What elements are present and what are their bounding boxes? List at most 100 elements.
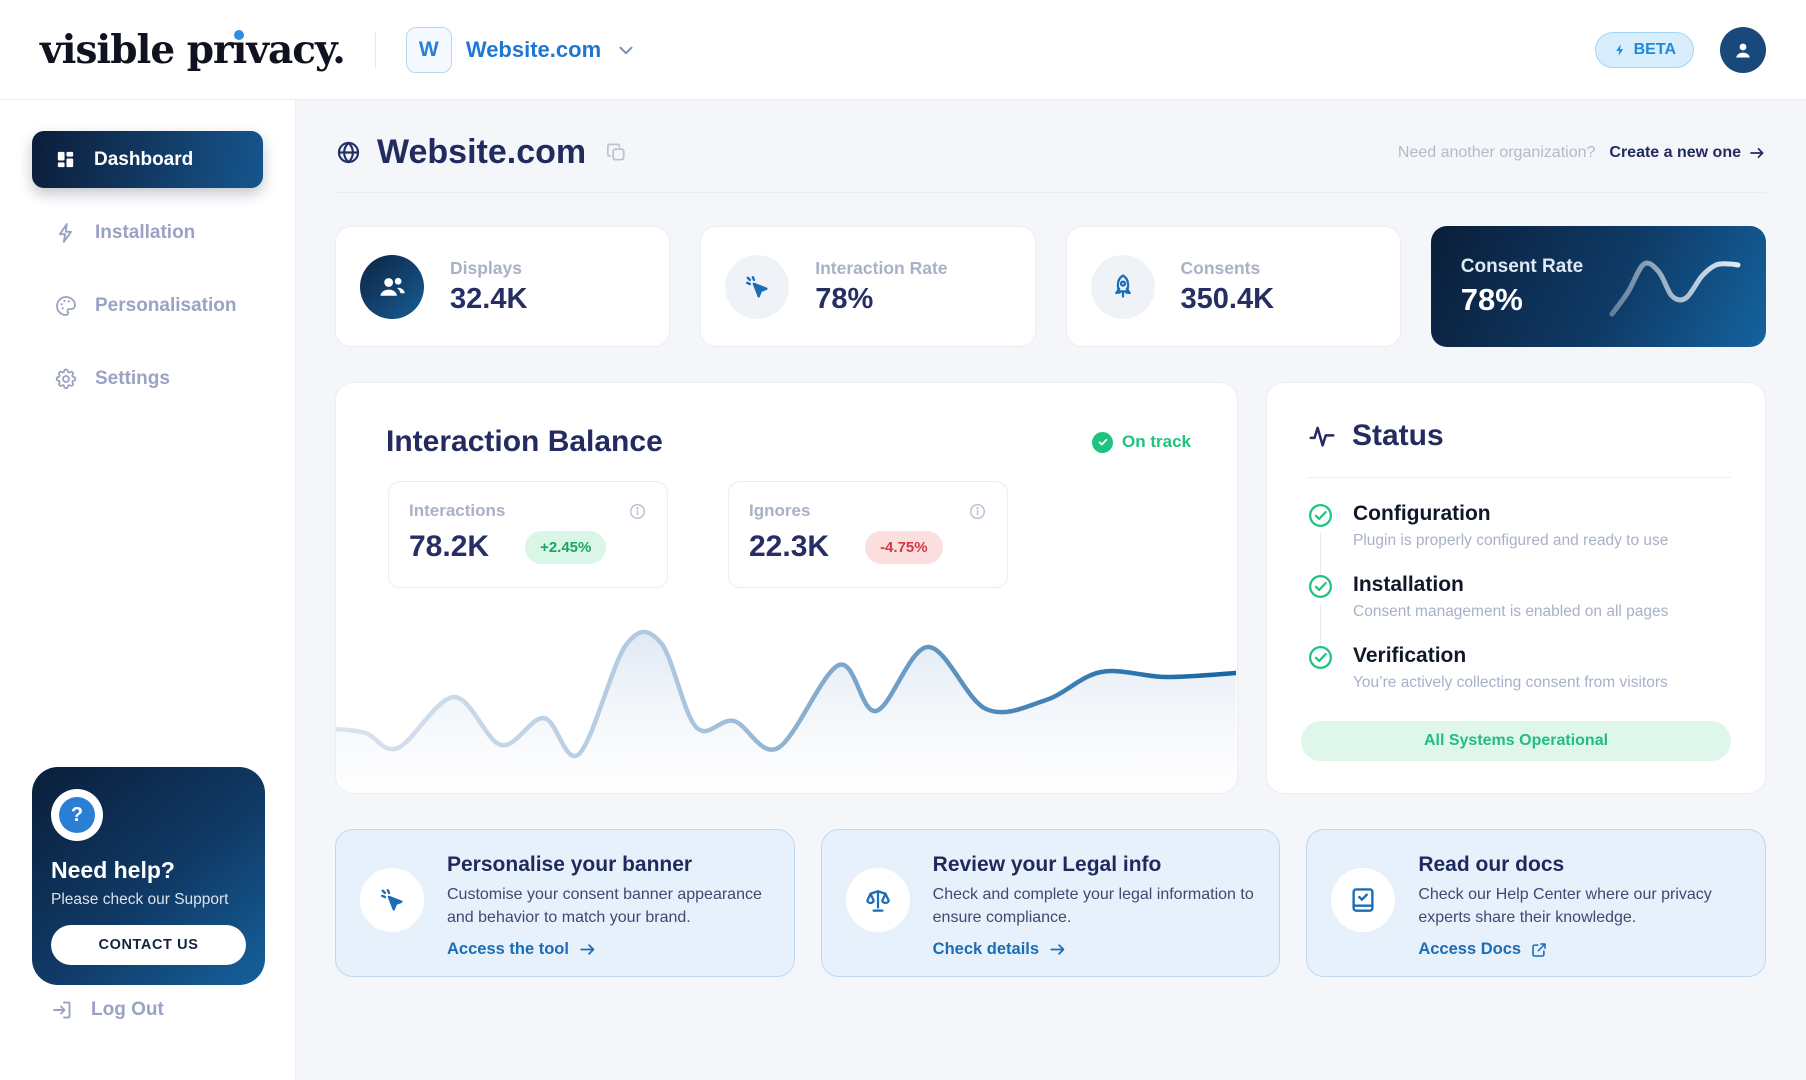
check-circle-icon	[1307, 502, 1334, 529]
globe-icon	[335, 139, 362, 166]
info-icon[interactable]	[968, 502, 987, 521]
status-item-desc: Consent management is enabled on all pag…	[1353, 603, 1668, 621]
question-mark-icon: ?	[59, 797, 95, 833]
middle-row: Interaction Balance On track Interaction…	[335, 382, 1766, 794]
interaction-balance-panel: Interaction Balance On track Interaction…	[335, 382, 1238, 794]
metric-value: 22.3K	[749, 530, 829, 564]
cursor-click-icon	[725, 255, 789, 319]
action-card-title: Personalise your banner	[447, 853, 772, 877]
stat-value: 32.4K	[450, 283, 527, 316]
status-item-verification: Verification You’re actively collecting …	[1307, 644, 1731, 692]
info-icon[interactable]	[628, 502, 647, 521]
sidebar-item-dashboard[interactable]: Dashboard	[32, 131, 263, 188]
panel-title: Status	[1352, 419, 1444, 453]
metric-delta-badge: +2.45%	[525, 531, 606, 564]
all-systems-banner: All Systems Operational	[1301, 721, 1731, 761]
stat-label: Consents	[1181, 258, 1275, 279]
help-title: Need help?	[51, 857, 246, 884]
create-org-link[interactable]: Create a new one	[1609, 144, 1766, 162]
action-card-title: Review your Legal info	[933, 853, 1258, 877]
sidebar-item-label: Personalisation	[95, 295, 237, 317]
beta-label: BETA	[1634, 41, 1676, 59]
sidebar-item-label: Dashboard	[94, 149, 193, 171]
avatar[interactable]	[1720, 27, 1766, 73]
sidebar-item-personalisation[interactable]: Personalisation	[32, 277, 267, 334]
stat-label: Displays	[450, 258, 527, 279]
logo-blue-dot-i: ı	[233, 27, 247, 73]
topbar-right: BETA	[1595, 27, 1766, 73]
metric-delta-badge: -4.75%	[865, 531, 943, 564]
metric-value: 78.2K	[409, 530, 489, 564]
access-docs-link[interactable]: Access Docs	[1418, 940, 1743, 959]
action-card-title: Read our docs	[1418, 853, 1743, 877]
status-item-title: Configuration	[1353, 502, 1668, 526]
create-org-label: Create a new one	[1609, 144, 1741, 162]
scale-icon	[846, 868, 910, 932]
sidebar-item-settings[interactable]: Settings	[32, 350, 267, 407]
stat-value: 78%	[1461, 282, 1583, 318]
action-link-label: Check details	[933, 940, 1039, 959]
org-initial-badge: W	[406, 27, 452, 73]
metric-label: Interactions	[409, 501, 505, 521]
user-icon	[1731, 38, 1755, 62]
check-circle-icon	[1092, 432, 1113, 453]
page-header: Website.com Need another organization? C…	[335, 133, 1766, 172]
org-switcher[interactable]: W Website.com	[406, 27, 637, 73]
status-panel: Status Configuration Plugin is properly …	[1266, 382, 1766, 794]
consent-rate-sparkline	[1604, 250, 1744, 324]
copy-icon[interactable]	[605, 141, 628, 164]
stats-row: Displays 32.4K Interaction Rate 78%	[335, 226, 1766, 347]
arrow-right-icon	[578, 940, 597, 959]
need-org-text: Need another organization?	[1398, 144, 1595, 162]
users-icon	[360, 255, 424, 319]
main-content: Website.com Need another organization? C…	[295, 100, 1806, 1080]
bolt-icon	[1613, 42, 1627, 58]
cursor-click-icon	[360, 868, 424, 932]
status-item-title: Installation	[1353, 573, 1668, 597]
stat-card-displays: Displays 32.4K	[335, 226, 670, 347]
action-card-desc: Customise your consent banner appearance…	[447, 883, 772, 929]
stat-card-consents: Consents 350.4K	[1066, 226, 1401, 347]
status-item-desc: Plugin is properly configured and ready …	[1353, 532, 1668, 550]
topbar-divider	[375, 32, 376, 68]
sidebar-item-label: Installation	[95, 222, 195, 244]
grid-icon	[54, 148, 77, 171]
status-item-installation: Installation Consent management is enabl…	[1307, 573, 1731, 621]
org-name: Website.com	[466, 37, 601, 63]
help-icon: ?	[51, 789, 103, 841]
beta-badge: BETA	[1595, 32, 1694, 68]
help-card: ? Need help? Please check our Support CO…	[32, 767, 265, 985]
logout-icon	[50, 998, 74, 1022]
check-circle-icon	[1307, 573, 1334, 600]
brand-logo: visible prıvacy.	[40, 27, 345, 73]
interaction-balance-chart	[336, 621, 1236, 793]
metric-box-interactions: Interactions 78.2K +2.45%	[388, 481, 668, 588]
action-card-personalise: Personalise your banner Customise your c…	[335, 829, 795, 977]
logout-label: Log Out	[91, 999, 164, 1021]
arrow-right-icon	[1748, 144, 1766, 162]
sidebar: Dashboard Installation Personalisation S…	[0, 100, 296, 1080]
sidebar-item-label: Settings	[95, 368, 170, 390]
header-divider	[335, 192, 1766, 193]
stat-value: 78%	[815, 283, 947, 316]
access-the-tool-link[interactable]: Access the tool	[447, 940, 772, 959]
action-link-label: Access the tool	[447, 940, 569, 959]
check-details-link[interactable]: Check details	[933, 940, 1258, 959]
status-item-title: Verification	[1353, 644, 1668, 668]
metric-box-ignores: Ignores 22.3K -4.75%	[728, 481, 1008, 588]
sidebar-item-installation[interactable]: Installation	[32, 204, 267, 261]
metric-label: Ignores	[749, 501, 810, 521]
on-track-label: On track	[1122, 432, 1191, 452]
action-card-legal: Review your Legal info Check and complet…	[821, 829, 1281, 977]
logout-button[interactable]: Log Out	[50, 998, 164, 1022]
actions-row: Personalise your banner Customise your c…	[335, 829, 1766, 977]
stat-label: Interaction Rate	[815, 258, 947, 279]
status-item-configuration: Configuration Plugin is properly configu…	[1307, 502, 1731, 550]
action-card-docs: Read our docs Check our Help Center wher…	[1306, 829, 1766, 977]
top-bar: visible prıvacy. W Website.com BETA	[0, 0, 1806, 100]
logo-text: visible pr	[40, 27, 233, 73]
rocket-icon	[1091, 255, 1155, 319]
stat-card-consent-rate: Consent Rate 78%	[1431, 226, 1766, 347]
palette-icon	[54, 294, 78, 318]
contact-us-button[interactable]: CONTACT US	[51, 925, 246, 965]
